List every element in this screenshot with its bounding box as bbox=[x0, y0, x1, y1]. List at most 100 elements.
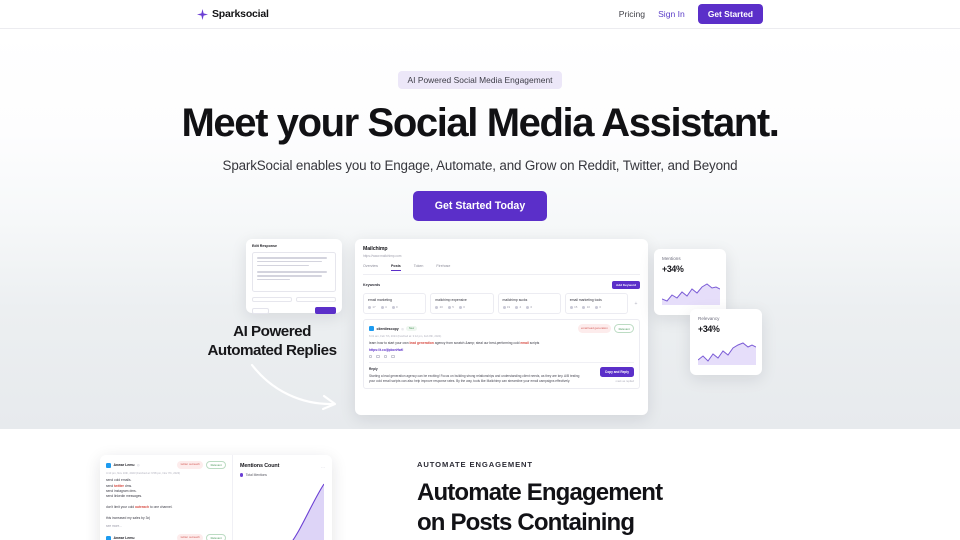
stat-dot-icon bbox=[368, 305, 371, 309]
ai-annotation-line1: AI Powered bbox=[233, 323, 311, 340]
legend-dot-icon bbox=[240, 473, 244, 477]
keyword-name: mailchimp expensive bbox=[435, 297, 467, 302]
reply-section: Reply Starting a lead generation agency … bbox=[369, 362, 634, 383]
text-line bbox=[257, 274, 323, 277]
hero-section: AI Powered Social Media Engagement Meet … bbox=[0, 29, 960, 429]
stat-dot-icon bbox=[380, 305, 384, 309]
section2-inner: Anwar Lemu ◎ twitter outreach Relevant 4… bbox=[100, 429, 860, 540]
top-navigation-bar: Sparksocial Pricing Sign In Get Started bbox=[0, 0, 960, 29]
text-line bbox=[257, 260, 323, 263]
post-username: clientlescopy bbox=[376, 326, 399, 331]
brand-logo[interactable]: Sparksocial bbox=[197, 8, 269, 20]
see-more-link[interactable]: see more... bbox=[106, 524, 226, 528]
mailchimp-title: Mailchimp bbox=[363, 246, 388, 252]
stat-value: 4 bbox=[385, 305, 387, 310]
share-icon[interactable] bbox=[391, 355, 395, 359]
mailchimp-tabs: Overview Posts Token Firehose bbox=[363, 264, 640, 275]
automate-engagement-section: Anwar Lemu ◎ twitter outreach Relevant 4… bbox=[0, 429, 960, 540]
keyword-tag: twitter outreach bbox=[177, 534, 204, 540]
keyword-card[interactable]: email marketing 17 4 0 bbox=[363, 292, 427, 315]
nav-link-sign-in[interactable]: Sign In bbox=[658, 9, 685, 19]
edit-response-title: Edit Response bbox=[252, 244, 277, 248]
relevancy-sparkline-chart bbox=[697, 342, 757, 365]
keyword-card[interactable]: mailchimp sucks 19 4 0 bbox=[497, 292, 561, 315]
stat-value: 0 bbox=[396, 305, 398, 310]
stat-dot-icon bbox=[391, 305, 395, 309]
stat-dot-icon bbox=[526, 305, 530, 309]
retweet-icon[interactable] bbox=[376, 355, 380, 359]
keyword-list: email marketing 17 4 0 mailchimp expensi… bbox=[363, 292, 640, 315]
save-button[interactable] bbox=[315, 307, 336, 314]
tab-overview[interactable]: Overview bbox=[363, 264, 378, 271]
tab-posts[interactable]: Posts bbox=[390, 264, 401, 271]
four-point-star-icon bbox=[197, 8, 208, 20]
post-username: Anwar Lemu bbox=[113, 536, 135, 540]
keyword-tag: email lead generation bbox=[577, 324, 612, 333]
nav-link-pricing[interactable]: Pricing bbox=[619, 9, 645, 19]
stat-value: 0 bbox=[599, 305, 601, 310]
tab-firehose[interactable]: Firehose bbox=[436, 264, 450, 271]
keyword-card[interactable]: email marketing tools 15 10 0 bbox=[564, 292, 628, 315]
mentions-value: +34% bbox=[662, 264, 684, 274]
stat-dot-icon bbox=[515, 305, 519, 309]
post-header: Anwar Lemu twitter outreach Relevant bbox=[106, 534, 226, 540]
keyword-stat: 5 bbox=[447, 305, 454, 310]
brand-name: Sparksocial bbox=[212, 8, 269, 20]
new-badge: New bbox=[406, 326, 417, 332]
stat-dot-icon bbox=[458, 305, 462, 309]
get-started-button[interactable]: Get Started bbox=[697, 4, 763, 24]
post-preview-panel: Anwar Lemu ◎ twitter outreach Relevant 4… bbox=[100, 455, 233, 540]
stat-value: 0 bbox=[463, 305, 465, 310]
add-keyword-plus-icon[interactable]: + bbox=[632, 293, 640, 315]
keyword-stat: 17 bbox=[368, 305, 376, 309]
keyword-stats: 15 10 0 bbox=[569, 305, 623, 310]
keyword-stat: 10 bbox=[582, 305, 590, 309]
keywords-label: Keywords bbox=[363, 282, 381, 287]
post-highlight: lead generation bbox=[409, 341, 434, 346]
stat-value: 0 bbox=[530, 305, 533, 310]
add-keyword-button[interactable]: Add Keyword bbox=[612, 280, 640, 289]
mentions-label: Mentions bbox=[662, 256, 681, 261]
stat-dot-icon bbox=[594, 305, 598, 309]
stat-value: 19 bbox=[506, 305, 511, 310]
tab-token[interactable]: Token bbox=[414, 264, 424, 271]
stat-value: 15 bbox=[574, 305, 578, 310]
edit-response-textarea[interactable] bbox=[252, 252, 336, 292]
post-body-part: learn how to start your own bbox=[369, 341, 410, 346]
post-line: this increased my sales by 3x) bbox=[106, 515, 151, 520]
keyword-stat: 4 bbox=[515, 305, 521, 309]
stat-value: 17 bbox=[372, 305, 376, 310]
post-body: learn how to start your own lead generat… bbox=[369, 341, 634, 346]
relevant-tag: Relevant bbox=[206, 461, 226, 470]
hero-headline: Meet your Social Media Assistant. bbox=[181, 101, 780, 145]
relevancy-stat-card: Relevancy +34% bbox=[690, 309, 762, 375]
chart-menu-icon[interactable]: ⋯ bbox=[321, 465, 325, 470]
get-started-today-button[interactable]: Get Started Today bbox=[412, 191, 548, 222]
post-tags: twitter outreach Relevant bbox=[177, 461, 226, 470]
keyword-card[interactable]: mailchimp expensive 20 5 0 bbox=[430, 292, 494, 315]
reply-icon[interactable] bbox=[369, 355, 373, 359]
like-icon[interactable] bbox=[383, 355, 388, 359]
stat-value: 4 bbox=[519, 305, 522, 310]
keyword-stat: 19 bbox=[502, 305, 511, 310]
stat-value: 5 bbox=[452, 305, 454, 310]
regenerate-option[interactable] bbox=[252, 297, 292, 302]
post-body-part: agency from scratch &amp; steal our best… bbox=[433, 341, 521, 346]
post-username: Anwar Lemu bbox=[113, 463, 135, 468]
edit-option[interactable] bbox=[296, 297, 336, 302]
keyword-name: mailchimp sucks bbox=[502, 297, 528, 302]
mentions-area-chart bbox=[292, 483, 325, 540]
stat-dot-icon bbox=[569, 305, 573, 309]
keyword-stat: 15 bbox=[569, 305, 578, 310]
relevancy-label: Relevancy bbox=[698, 316, 720, 321]
cancel-button[interactable] bbox=[252, 307, 269, 314]
post-tags: twitter outreach Relevant bbox=[177, 534, 226, 540]
heading-line-2: on Posts Containing bbox=[417, 509, 635, 537]
avatar bbox=[369, 326, 374, 332]
post-highlight: email bbox=[520, 341, 529, 346]
post-header: clientlescopy ◎ New email lead generatio… bbox=[369, 324, 634, 333]
text-line bbox=[257, 278, 291, 281]
post-link[interactable]: https://t.co/jIpbcnHwll bbox=[369, 348, 634, 352]
mark-as-replied-link[interactable]: mark as replied bbox=[616, 380, 634, 383]
copy-and-reply-button[interactable]: Copy and Reply bbox=[599, 367, 634, 378]
